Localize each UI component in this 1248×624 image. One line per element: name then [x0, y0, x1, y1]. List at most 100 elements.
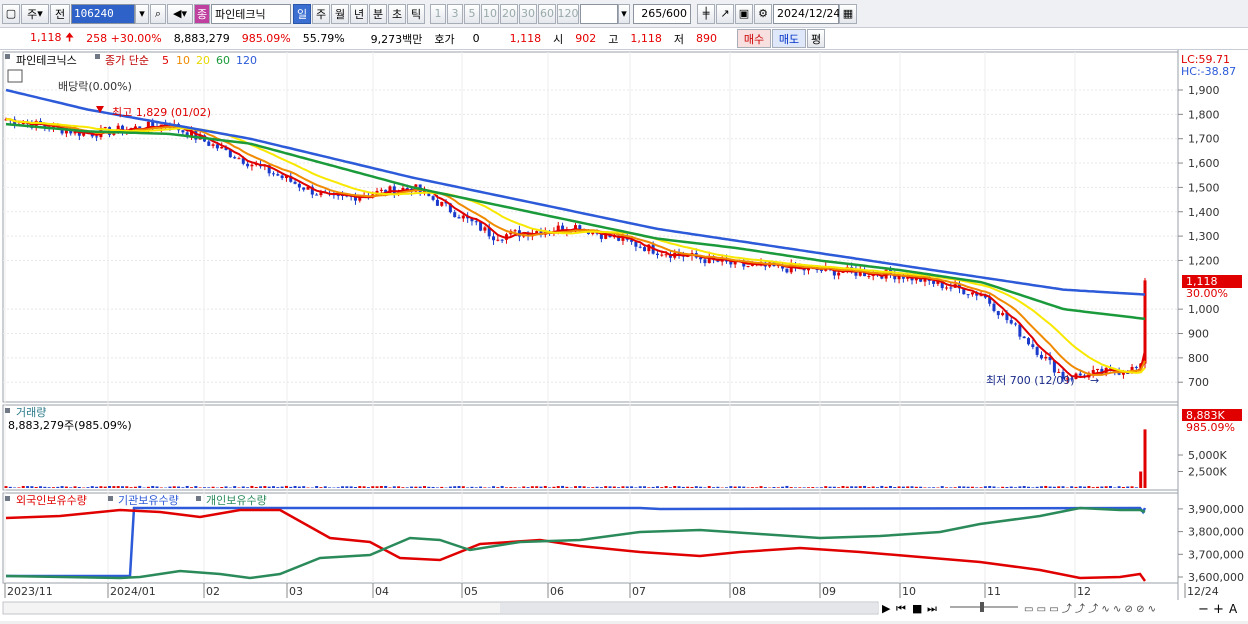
code-dropdown-icon[interactable]: ▾ — [135, 4, 149, 24]
volume-bar-83 — [363, 486, 366, 488]
minute-custom-select[interactable] — [580, 4, 618, 24]
x-tick-4: 04 — [375, 585, 389, 598]
search-icon[interactable]: ⌕ — [150, 4, 166, 24]
minute-tab-30[interactable]: 30 — [519, 4, 537, 24]
font-size-icon[interactable]: A — [1229, 602, 1238, 616]
volume-bar-259 — [1122, 487, 1125, 488]
volume-bar-125 — [544, 486, 547, 488]
volume-bar-25 — [112, 486, 115, 488]
price-panel-frame — [3, 52, 1178, 402]
gear-icon[interactable]: ⚙ — [754, 4, 772, 24]
forward-icon[interactable]: ⏭ — [927, 602, 937, 615]
minute-tab-1[interactable]: 1 — [430, 4, 446, 24]
stock-code-input[interactable]: 106240 — [71, 4, 135, 24]
low-note: 최저 700 (12/09) — [986, 374, 1075, 387]
zoom-out-icon[interactable]: − — [1198, 602, 1209, 617]
period-tab-5[interactable]: 초 — [388, 4, 406, 24]
buy-button[interactable]: 매수 — [737, 29, 771, 48]
volume-bar-264 — [1144, 429, 1147, 488]
volume-bar-14 — [65, 487, 68, 488]
volume-bar-186 — [807, 487, 810, 488]
volume-bar-81 — [354, 487, 357, 488]
volume-bar-183 — [794, 487, 797, 488]
x-tick-9: 09 — [822, 585, 836, 598]
volume-bar-4 — [22, 486, 25, 488]
avg-button[interactable]: 평 — [807, 29, 825, 48]
volume-bar-227 — [984, 486, 987, 488]
draw-tool-icon[interactable]: ↗ — [716, 4, 734, 24]
volume-bar-55 — [242, 486, 245, 488]
zoom-handle[interactable] — [980, 602, 984, 612]
period-tab-4[interactable]: 분 — [369, 4, 387, 24]
candle-body-118 — [514, 230, 517, 231]
volume-bar-153 — [665, 486, 668, 488]
period-tab-0[interactable]: 일 — [293, 4, 311, 24]
ma-marker-icon — [95, 54, 100, 59]
volume-bar-80 — [350, 486, 353, 488]
volume-bar-120 — [522, 486, 525, 488]
candle-body-244 — [1057, 372, 1060, 373]
period-tab-1[interactable]: 주 — [312, 4, 330, 24]
minute-tab-5[interactable]: 5 — [464, 4, 480, 24]
minute-tab-20[interactable]: 20 — [500, 4, 518, 24]
zoom-in-icon[interactable]: + — [1213, 602, 1224, 617]
stop-icon[interactable]: ■ — [912, 602, 922, 615]
period-unit-select[interactable]: 주▾ — [21, 4, 49, 24]
volume-bar-115 — [501, 486, 504, 488]
stock-chart[interactable]: 1,9001,8001,7001,6001,5001,4001,3001,200… — [0, 50, 1248, 621]
x-tick-7: 07 — [632, 585, 646, 598]
speaker-icon[interactable]: ◀▾ — [167, 4, 193, 24]
period-tab-6[interactable]: 틱 — [407, 4, 425, 24]
rewind-icon[interactable]: ⏮ — [896, 602, 906, 615]
volume-bar-40 — [177, 487, 180, 488]
volume-bar-175 — [760, 486, 763, 488]
date-field[interactable]: 2024/12/24 — [773, 4, 839, 24]
volume-bar-261 — [1131, 486, 1134, 488]
candle-icon[interactable]: ╪ — [697, 4, 715, 24]
count-field[interactable]: 265/600 — [633, 4, 691, 24]
legend-foreign: 외국인보유수량 — [16, 494, 87, 507]
scroll-thumb[interactable] — [500, 603, 878, 613]
minute-dropdown-icon[interactable]: ▾ — [618, 4, 630, 24]
minute-tab-60[interactable]: 60 — [538, 4, 556, 24]
volume-bar-260 — [1126, 487, 1129, 488]
table-icon[interactable] — [8, 70, 22, 82]
price-tick-3: 1,600 — [1188, 157, 1220, 170]
volume-bar-22 — [99, 486, 102, 488]
layout-icon[interactable]: ▢ — [2, 4, 20, 24]
price-tick-7: 1,200 — [1188, 254, 1220, 267]
high-note: 최고 1,829 (01/02) — [112, 106, 211, 119]
high-label: 고 — [602, 31, 624, 47]
volume-value: 8,883,279 — [168, 32, 236, 45]
volume-bar-250 — [1083, 487, 1086, 488]
price-tick-5: 1,400 — [1188, 206, 1220, 219]
volume-bar-219 — [949, 487, 952, 488]
save-icon[interactable]: ▣ — [735, 4, 753, 24]
volume-bar-205 — [889, 486, 892, 488]
candle-body-87 — [380, 190, 383, 191]
volume-bar-2 — [13, 487, 16, 488]
sell-button[interactable]: 매도 — [772, 29, 806, 48]
volume-bar-233 — [1010, 487, 1013, 488]
volume-bar-11 — [52, 487, 55, 488]
period-tab-2[interactable]: 월 — [331, 4, 349, 24]
calendar-icon[interactable]: ▦ — [839, 4, 857, 24]
x-axis: 2023/112024/01020304050607080910111212/2… — [5, 583, 1219, 598]
volume-value: 8,883,279주(985.09%) — [8, 419, 132, 432]
candle-body-21 — [95, 136, 98, 137]
minute-tab-10[interactable]: 10 — [481, 4, 499, 24]
tool-icons[interactable]: ▭ ▭ ▭ ⤴ ⤴ ⤴ ∿ ∿ ⊘ ⊘ ∿ — [1024, 602, 1156, 615]
period-tab-3[interactable]: 년 — [350, 4, 368, 24]
prev-button[interactable]: 전 — [50, 4, 70, 24]
volume-bar-187 — [811, 487, 814, 488]
candle-body-215 — [932, 281, 935, 284]
volume-bar-126 — [548, 487, 551, 488]
minute-tab-3[interactable]: 3 — [447, 4, 463, 24]
volume-bar-1 — [9, 487, 12, 488]
scroll-right-icon[interactable]: ▶ — [882, 602, 891, 615]
hold-tick-2: 3,700,000 — [1188, 548, 1244, 561]
candle-body-68 — [298, 184, 301, 188]
volume-bar-163 — [708, 486, 711, 488]
minute-tab-120[interactable]: 120 — [557, 4, 579, 24]
volume-bar-105 — [458, 486, 461, 488]
